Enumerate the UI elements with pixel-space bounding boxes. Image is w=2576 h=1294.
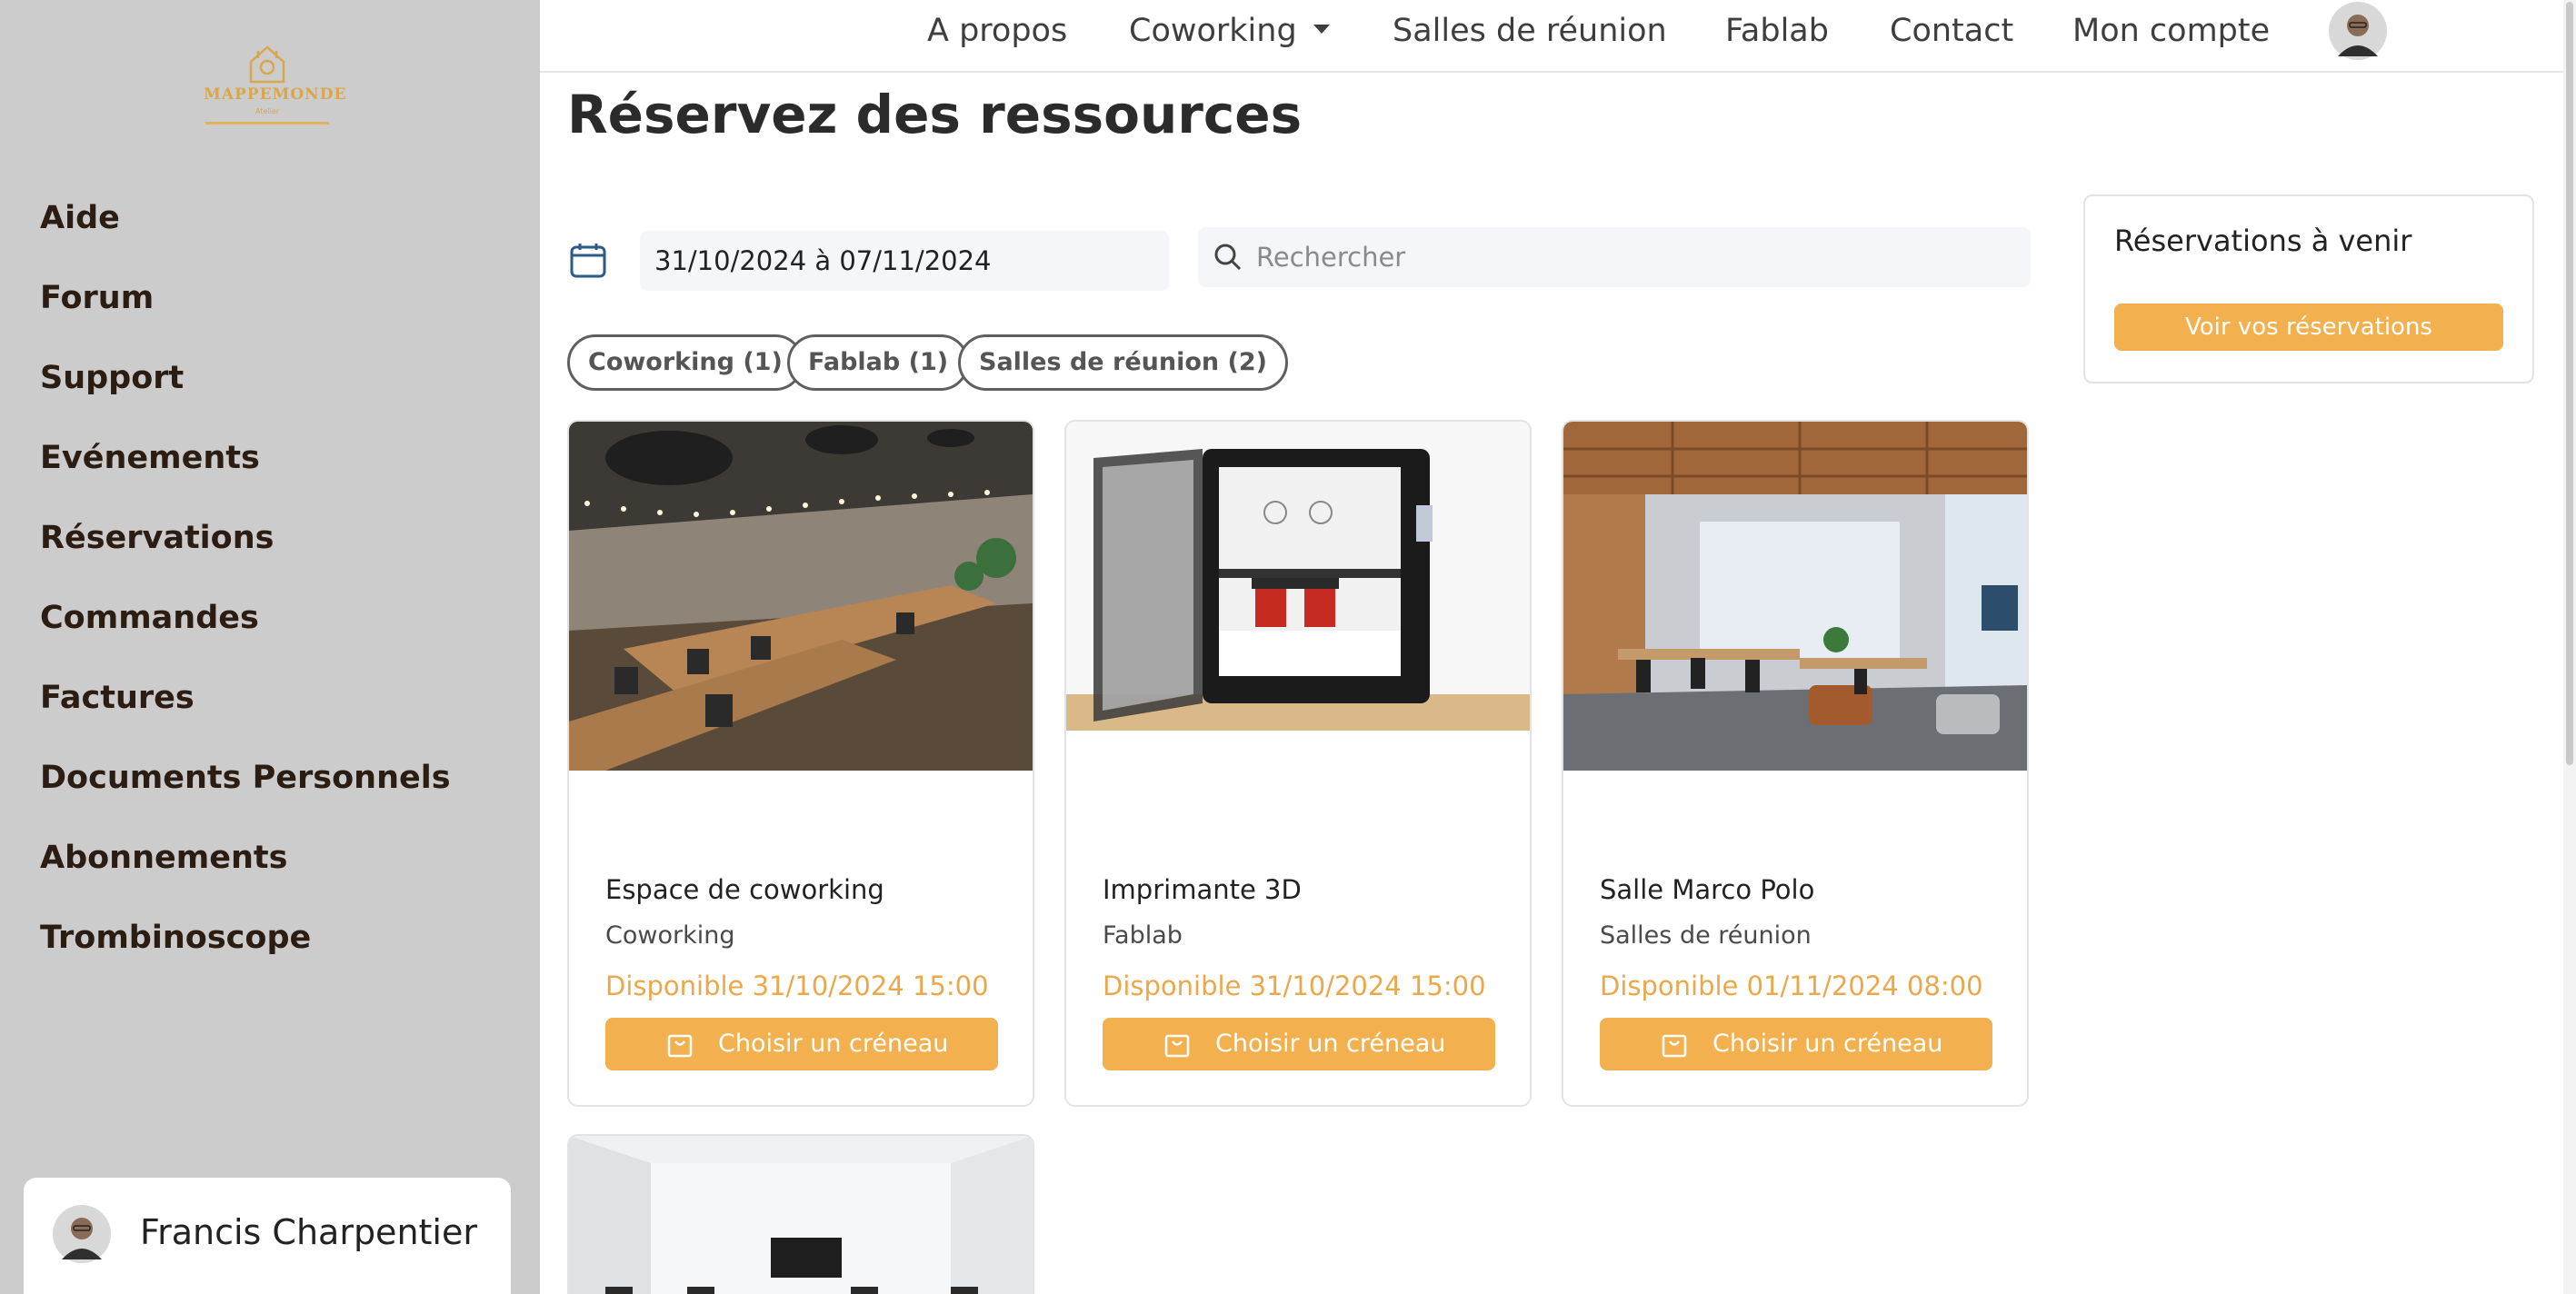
sidebar-item-support[interactable]: Support xyxy=(40,353,451,433)
filter-chip-salles-reunion[interactable]: Salles de réunion (2) xyxy=(958,334,1288,391)
shopping-bag-icon xyxy=(667,1034,693,1058)
choose-slot-label: Choisir un créneau xyxy=(1215,1030,1446,1058)
choose-slot-button[interactable]: Choisir un créneau xyxy=(605,1018,998,1070)
avatar xyxy=(53,1205,111,1263)
filter-chip-fablab[interactable]: Fablab (1) xyxy=(787,334,970,391)
upcoming-reservations-title: Réservations à venir xyxy=(2114,224,2412,258)
page-scrollbar[interactable] xyxy=(2563,0,2576,1294)
date-range-field[interactable]: 31/10/2024 à 07/11/2024 xyxy=(640,231,1169,291)
choose-slot-button[interactable]: Choisir un créneau xyxy=(1103,1018,1495,1070)
shopping-bag-icon xyxy=(1164,1034,1190,1058)
brand-logo[interactable]: MAPPEMONDE Atelier xyxy=(204,42,347,129)
choose-slot-label: Choisir un créneau xyxy=(718,1030,949,1058)
top-nav: A propos Coworking Salles de réunion Fab… xyxy=(540,0,2563,73)
sidebar-item-trombinoscope[interactable]: Trombinoscope xyxy=(40,912,451,992)
scrollbar-thumb[interactable] xyxy=(2566,2,2573,765)
search-bar xyxy=(1198,227,2031,287)
card-title: Espace de coworking xyxy=(605,874,884,905)
sidebar: MAPPEMONDE Atelier Aide Forum Support Ev… xyxy=(0,0,540,1294)
nav-a-propos[interactable]: A propos xyxy=(927,13,1067,49)
sidebar-item-aide[interactable]: Aide xyxy=(40,193,451,273)
brand-name: MAPPEMONDE xyxy=(204,85,347,104)
search-input[interactable] xyxy=(1256,236,2002,278)
sidebar-item-commandes[interactable]: Commandes xyxy=(40,592,451,672)
sidebar-item-evenements[interactable]: Evénements xyxy=(40,433,451,513)
resource-card[interactable]: Espace de coworking Coworking Disponible… xyxy=(567,420,1034,1107)
meeting-room-image xyxy=(1563,422,2027,771)
card-category: Salles de réunion xyxy=(1600,921,1812,950)
user-name: Francis Charpentier xyxy=(140,1212,477,1252)
filter-chip-coworking[interactable]: Coworking (1) xyxy=(567,334,804,391)
brand-underline xyxy=(205,122,329,124)
sidebar-item-documents[interactable]: Documents Personnels xyxy=(40,752,451,832)
sidebar-item-forum[interactable]: Forum xyxy=(40,273,451,353)
view-reservations-button[interactable]: Voir vos réservations xyxy=(2114,304,2503,351)
sidebar-item-abonnements[interactable]: Abonnements xyxy=(40,832,451,912)
choose-slot-label: Choisir un créneau xyxy=(1712,1030,1943,1058)
nav-coworking[interactable]: Coworking xyxy=(1129,13,1330,49)
house-logo-icon xyxy=(249,45,285,84)
resource-card[interactable] xyxy=(567,1134,1034,1294)
account-avatar[interactable] xyxy=(2329,2,2387,60)
card-availability: Disponible 31/10/2024 15:00 xyxy=(605,970,989,1001)
upcoming-reservations-panel: Réservations à venir Voir vos réservatio… xyxy=(2083,194,2534,383)
card-availability: Disponible 01/11/2024 08:00 xyxy=(1600,970,1983,1001)
nav-salles-reunion[interactable]: Salles de réunion xyxy=(1393,13,1667,49)
sidebar-item-factures[interactable]: Factures xyxy=(40,672,451,752)
card-category: Coworking xyxy=(605,921,735,950)
3d-printer-image xyxy=(1066,422,1530,731)
resource-card[interactable]: Salle Marco Polo Salles de réunion Dispo… xyxy=(1562,420,2029,1107)
calendar-icon[interactable] xyxy=(569,242,607,280)
page-title: Réservez des ressources xyxy=(567,84,1303,145)
chevron-down-icon xyxy=(1313,25,1330,34)
card-title: Imprimante 3D xyxy=(1103,874,1302,905)
coworking-space-image xyxy=(569,422,1033,771)
shopping-bag-icon xyxy=(1662,1034,1687,1058)
resource-card[interactable]: Imprimante 3D Fablab Disponible 31/10/20… xyxy=(1064,420,1532,1107)
card-category: Fablab xyxy=(1103,921,1183,950)
search-icon xyxy=(1214,244,1242,271)
meeting-room-image xyxy=(569,1136,1033,1294)
sidebar-nav: Aide Forum Support Evénements Réservatio… xyxy=(40,193,451,992)
nav-mon-compte[interactable]: Mon compte xyxy=(2072,13,2270,49)
nav-fablab[interactable]: Fablab xyxy=(1725,13,1829,49)
nav-contact[interactable]: Contact xyxy=(1890,13,2013,49)
sidebar-item-reservations[interactable]: Réservations xyxy=(40,513,451,592)
choose-slot-button[interactable]: Choisir un créneau xyxy=(1600,1018,1992,1070)
nav-coworking-label: Coworking xyxy=(1129,13,1297,49)
card-availability: Disponible 31/10/2024 15:00 xyxy=(1103,970,1486,1001)
card-title: Salle Marco Polo xyxy=(1600,874,1815,905)
brand-subtitle: Atelier xyxy=(255,107,280,115)
user-card[interactable]: Francis Charpentier xyxy=(24,1178,511,1294)
